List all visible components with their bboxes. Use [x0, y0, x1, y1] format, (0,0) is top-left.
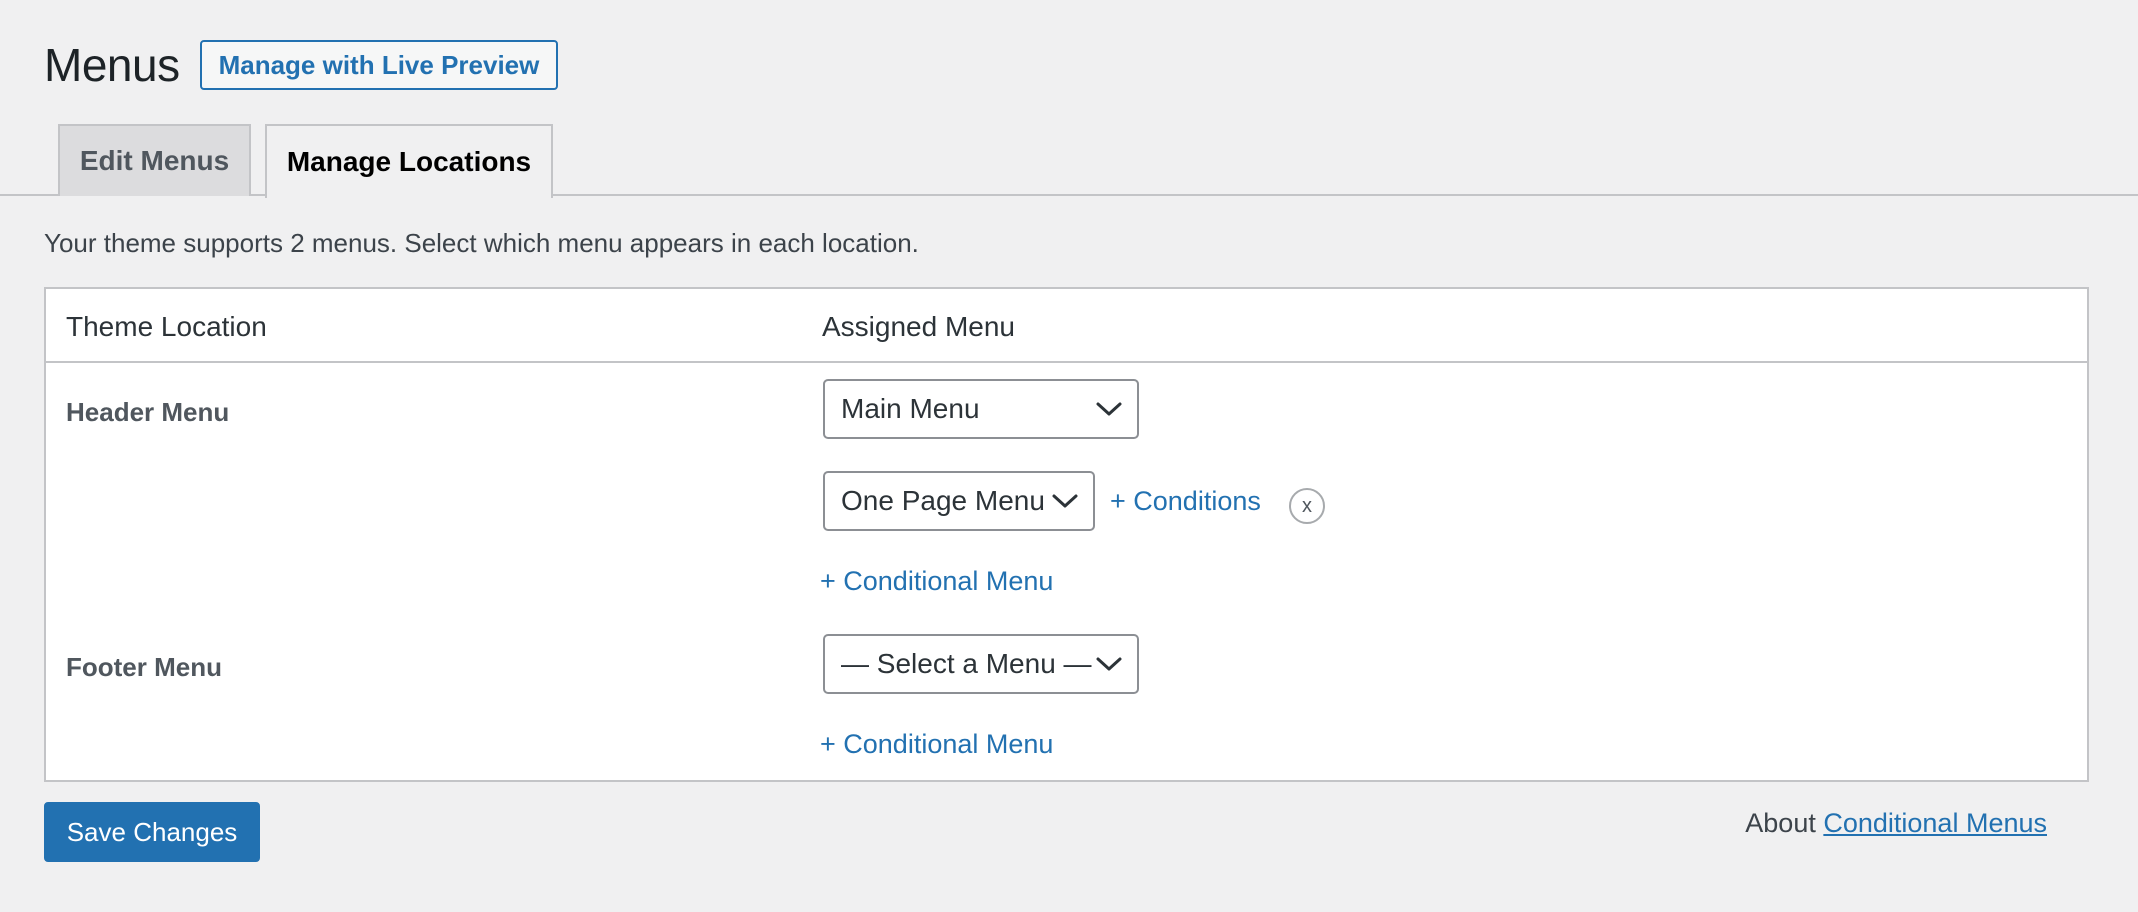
tab-manage-locations[interactable]: Manage Locations	[265, 124, 553, 198]
save-changes-button[interactable]: Save Changes	[44, 802, 260, 862]
add-conditions-link[interactable]: + Conditions	[1110, 486, 1261, 517]
menu-locations-table: Theme Location Assigned Menu Header Menu…	[44, 287, 2089, 782]
column-header-assigned-menu: Assigned Menu	[822, 311, 1016, 342]
conditional-menus-link[interactable]: Conditional Menus	[1823, 808, 2047, 838]
conditional-menu-select-value: One Page Menu	[841, 485, 1045, 516]
location-label-footer-menu: Footer Menu	[66, 652, 222, 682]
conditional-menu-select[interactable]: One Page Menu	[823, 471, 1095, 531]
nav-tabs: Edit Menus Manage Locations	[0, 124, 2138, 198]
title-row: Menus Manage with Live Preview	[44, 38, 559, 92]
header-menu-select-value: Main Menu	[841, 393, 980, 424]
tab-edit-menus[interactable]: Edit Menus	[58, 124, 251, 196]
remove-conditional-menu-button[interactable]: x	[1289, 488, 1325, 524]
footer-menu-select-value: — Select a Menu —	[841, 648, 1092, 679]
chevron-down-icon	[1096, 657, 1122, 671]
manage-live-preview-button[interactable]: Manage with Live Preview	[199, 40, 559, 90]
about-prefix: About	[1745, 808, 1816, 838]
header-menu-select[interactable]: Main Menu	[823, 379, 1139, 439]
page-title: Menus	[44, 39, 180, 91]
column-header-theme-location: Theme Location	[66, 311, 267, 342]
location-label-header-menu: Header Menu	[66, 397, 230, 427]
about-conditional-menus: About Conditional Menus	[1745, 808, 2047, 839]
add-conditional-menu-link-header[interactable]: + Conditional Menu	[820, 566, 1053, 597]
menus-page: Menus Manage with Live Preview Edit Menu…	[0, 0, 2138, 912]
chevron-down-icon	[1096, 402, 1122, 416]
footer-menu-select[interactable]: — Select a Menu —	[823, 634, 1139, 694]
table-header: Theme Location Assigned Menu	[46, 289, 2087, 363]
chevron-down-icon	[1052, 494, 1078, 508]
theme-support-info: Your theme supports 2 menus. Select whic…	[44, 228, 919, 258]
add-conditional-menu-link-footer[interactable]: + Conditional Menu	[820, 729, 1053, 760]
